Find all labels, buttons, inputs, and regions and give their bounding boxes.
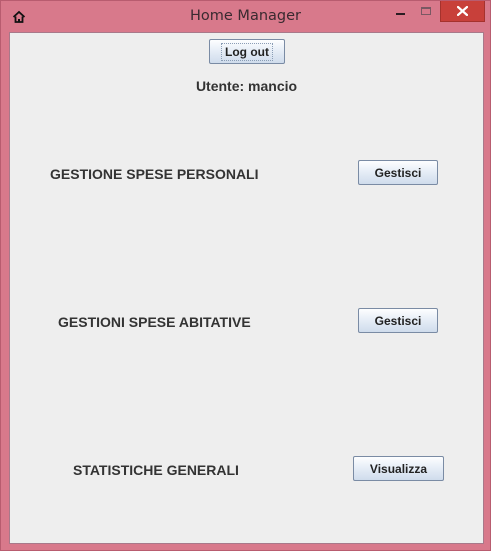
- close-button[interactable]: [440, 1, 485, 22]
- section-label-housing-expenses: GESTIONI SPESE ABITATIVE: [58, 314, 251, 330]
- button-label: Gestisci: [374, 313, 422, 328]
- button-label: Visualizza: [369, 461, 428, 476]
- minimize-icon: [396, 12, 405, 15]
- manage-personal-expenses-button[interactable]: Gestisci: [358, 160, 438, 185]
- section-label-personal-expenses: GESTIONE SPESE PERSONALI: [50, 166, 259, 182]
- logout-button[interactable]: Log out: [209, 39, 285, 64]
- maximize-button[interactable]: [413, 1, 439, 22]
- manage-housing-expenses-button[interactable]: Gestisci: [358, 308, 438, 333]
- view-statistics-button[interactable]: Visualizza: [353, 456, 444, 481]
- button-label: Gestisci: [374, 165, 422, 180]
- user-label: Utente: mancio: [195, 78, 298, 94]
- app-window: Home Manager Log out Utente: mancio GEST…: [0, 0, 491, 551]
- main-panel: Log out Utente: mancio GESTIONE SPESE PE…: [9, 32, 484, 544]
- maximize-icon: [421, 6, 431, 15]
- minimize-button[interactable]: [388, 1, 413, 22]
- close-icon: [457, 6, 468, 16]
- title-bar[interactable]: Home Manager: [1, 1, 490, 32]
- logout-button-label: Log out: [221, 42, 273, 61]
- section-label-general-statistics: STATISTICHE GENERALI: [73, 462, 239, 478]
